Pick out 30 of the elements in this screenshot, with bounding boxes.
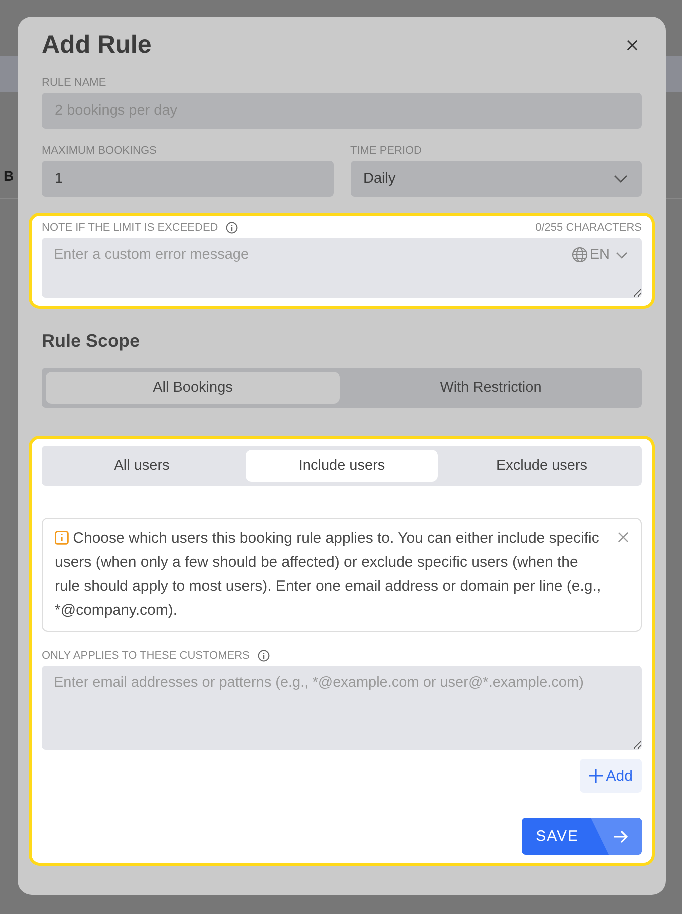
scope-tab[interactable]: All Bookings [46, 372, 340, 404]
users-tab[interactable]: Exclude users [446, 450, 638, 482]
info-icon [258, 650, 270, 662]
info-text: Choose which users this booking rule applies to. You can either include specific users (when only a few should be affected) or exclude specific users (when the rule should apply to most users). Enter one email address or domain per line (e.g., *@company.com). [55, 529, 602, 621]
customers-field[interactable]: Enter email addresses or patterns (e.g., *@example.com or user@*.example.com) [42, 666, 642, 750]
field-label: NOTE IF THE LIMIT IS EXCEEDED [42, 222, 218, 234]
maximum-bookings-field[interactable]: 1 [42, 161, 334, 197]
save-button[interactable]: SAVE [522, 818, 642, 855]
arrow-right-icon [613, 830, 629, 844]
dialog-title: Add Rule [42, 31, 152, 60]
language-select[interactable]: EN [572, 247, 628, 263]
background-text: B [4, 168, 14, 184]
field-label: MAXIMUM BOOKINGS [42, 145, 158, 157]
users-tab[interactable]: Include users [246, 450, 438, 482]
character-counter: 0/255 CHARACTERS [536, 222, 642, 234]
info-icon [226, 222, 238, 234]
field-label: RULE NAME [42, 77, 108, 89]
section-title: Rule Scope [42, 331, 142, 352]
scope-tab[interactable]: With Restriction [344, 372, 638, 404]
plus-icon [589, 769, 604, 783]
chevron-down-icon [616, 252, 628, 258]
info-icon [55, 531, 69, 545]
field-label: TIME PERIOD [350, 145, 424, 157]
chevron-down-icon [614, 175, 628, 183]
globe-icon [572, 247, 588, 263]
close-icon[interactable] [627, 40, 638, 51]
add-button[interactable]: Add [580, 759, 642, 793]
users-tab[interactable]: All users [46, 450, 238, 482]
time-period-select[interactable]: Daily [350, 161, 642, 197]
field-label: ONLY APPLIES TO THESE CUSTOMERS [42, 650, 250, 662]
